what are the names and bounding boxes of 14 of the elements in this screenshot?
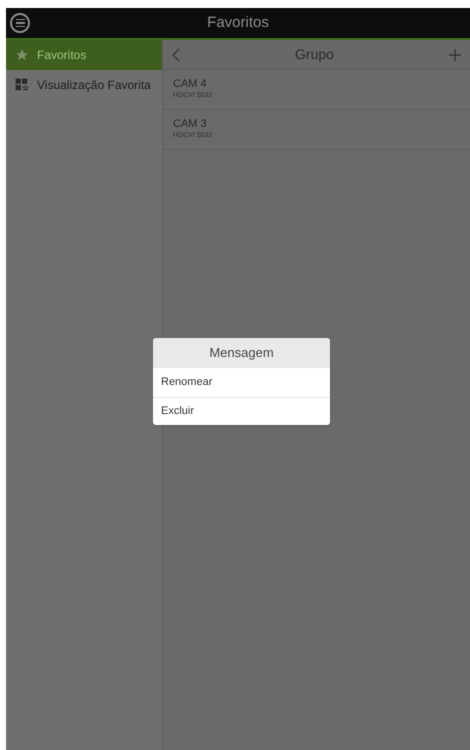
camera-name: CAM 4 bbox=[173, 78, 208, 91]
add-icon[interactable] bbox=[448, 48, 462, 62]
dialog-option[interactable]: Renomear bbox=[153, 368, 330, 397]
star-icon bbox=[15, 48, 29, 62]
panel-title: Grupo bbox=[295, 45, 334, 64]
dialog-title: Mensagem bbox=[153, 338, 330, 368]
grid-star-icon bbox=[15, 78, 29, 92]
sidebar-item[interactable]: Favoritos bbox=[6, 40, 162, 70]
back-icon[interactable] bbox=[171, 48, 181, 62]
dialog-option[interactable]: Excluir bbox=[153, 397, 330, 425]
camera-name: CAM 3 bbox=[173, 118, 208, 131]
sidebar-item[interactable]: Visualização Favorita bbox=[6, 70, 162, 100]
menu-icon[interactable] bbox=[10, 13, 30, 33]
screen-title: Favoritos bbox=[207, 12, 269, 33]
